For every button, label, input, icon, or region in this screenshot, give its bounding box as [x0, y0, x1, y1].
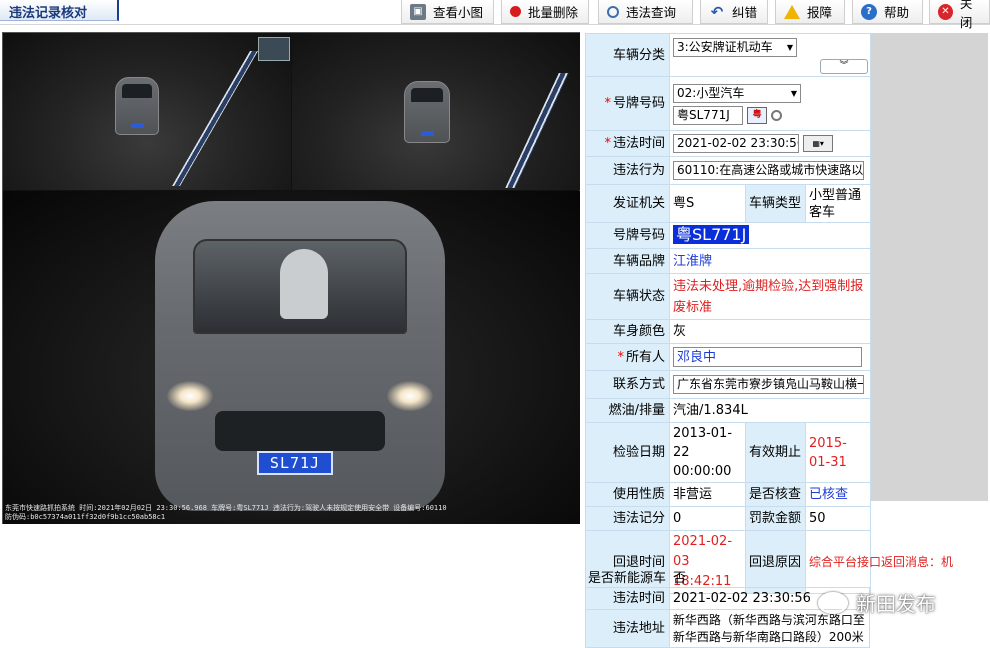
fuel-label: 燃油/排量 — [585, 398, 670, 423]
violation-time-input[interactable]: 2021-02-02 23:30:56 — [673, 134, 799, 153]
plate-number-highlight: 粤SL771J — [673, 225, 750, 244]
inspection-date-value: 2013-01-22 00:00:00 — [669, 422, 746, 483]
plate-number-label: 号牌号码 — [585, 222, 670, 249]
wechat-icon — [818, 591, 848, 614]
calendar-icon[interactable]: ▦▾ — [803, 135, 834, 152]
return-reason-value: 综合平台接口返回消息：机 — [804, 530, 953, 594]
expand-toggle[interactable]: ︾ — [820, 59, 869, 74]
batch-delete-label: 批量删除 — [528, 5, 579, 20]
camera-frame-closeup: SL71J 东莞市快速路抓拍系统 时间:2021年02月02日 23:30:56… — [3, 191, 580, 524]
violation-act-input[interactable]: 60110:在高速公路或城市快速路以外 — [673, 161, 864, 180]
vehicle-type-label: 车辆类型 — [745, 184, 806, 223]
undo-icon: ↶ — [710, 2, 724, 21]
toolbar: 违法记录核对 ▣ 查看小图 批量删除 违法查询 ↶ 纠错 报障 ? 帮助 ✕ 关… — [0, 0, 990, 30]
caption-line-2: 防伪码:b0c57374a011ff32d0f9b1cc50ab58c1 — [5, 513, 166, 521]
violation-address-label: 违法地址 — [585, 609, 670, 648]
status-value: 违法未处理,逾期检验,达到强制报废标准 — [668, 273, 872, 320]
violation-query-button[interactable]: 违法查询 — [598, 0, 693, 24]
batch-delete-button[interactable]: 批量删除 — [501, 0, 589, 24]
usage-value: 非营运 — [669, 482, 746, 507]
view-thumbnail-button[interactable]: ▣ 查看小图 — [401, 0, 494, 24]
magnifier-icon[interactable] — [771, 109, 783, 121]
side-band — [870, 33, 988, 501]
new-energy-value: 否 — [673, 571, 687, 586]
vehicle-type-value: 小型普通客车 — [804, 184, 872, 223]
fuel-value: 汽油/1.834L — [668, 398, 872, 423]
owner-input[interactable]: 邓良中 — [673, 347, 862, 367]
contact-input[interactable]: 广东省东莞市寮步镇凫山马鞍山横一 — [673, 375, 864, 394]
valid-until-value: 2015-01-31 — [804, 422, 872, 483]
camera-frame-2 — [292, 33, 580, 190]
violation-time2-label: 违法时间 — [585, 587, 670, 610]
view-thumbnail-label: 查看小图 — [433, 5, 484, 20]
fine-label: 罚款金额 — [745, 506, 806, 531]
vehicle-info-table: 车辆分类 3:公安牌证机动车 ▼ ︾ * 号牌号码 02:小型汽车 ▼ 粤SL77… — [585, 33, 953, 594]
close-button[interactable]: ✕ 关闭 — [929, 0, 990, 30]
contact-label: 联系方式 — [585, 370, 670, 399]
violation-time-label: 违法时间 — [612, 136, 665, 151]
chevron-down-icon: ▼ — [786, 43, 793, 52]
inspection-date-label: 检验日期 — [585, 422, 670, 483]
color-value: 灰 — [668, 319, 872, 344]
new-energy-label: 是否新能源车 — [588, 571, 667, 586]
violation-photo[interactable]: SL71J 东莞市快速路抓拍系统 时间:2021年02月02日 23:30:56… — [2, 32, 580, 524]
vehicle-category-select[interactable]: 3:公安牌证机动车 ▼ — [673, 38, 797, 57]
brand-value: 江淮牌 — [668, 248, 872, 274]
required-marker: * — [604, 96, 611, 111]
valid-until-label: 有效期止 — [745, 422, 806, 483]
warning-icon — [784, 4, 800, 19]
vehicle-thumbnail-2 — [404, 81, 450, 143]
search-icon — [607, 5, 619, 18]
correct-error-label: 纠错 — [732, 5, 758, 20]
points-label: 违法记分 — [585, 506, 670, 531]
status-label: 车辆状态 — [585, 273, 670, 320]
help-label: 帮助 — [884, 5, 910, 20]
vehicle-closeup: SL71J — [155, 201, 445, 511]
double-chevron-down-icon: ︾ — [839, 61, 849, 71]
page-title: 违法记录核对 — [0, 0, 119, 21]
required-marker: * — [617, 349, 624, 365]
photo-caption: 东莞市快速路抓拍系统 时间:2021年02月02日 23:30:56.968 车… — [5, 504, 577, 522]
color-label: 车身颜色 — [585, 319, 670, 344]
required-marker: * — [604, 136, 611, 151]
plate-type-select[interactable]: 02:小型汽车 ▼ — [673, 83, 801, 103]
chevron-down-icon: ▼ — [790, 88, 797, 98]
image-icon: ▣ — [410, 3, 426, 20]
usage-label: 使用性质 — [585, 482, 670, 507]
issuing-authority-value: 粤S — [669, 184, 746, 223]
vehicle-category-value: 3:公安牌证机动车 — [677, 40, 773, 54]
report-fault-label: 报障 — [807, 5, 833, 20]
license-plate-image: SL71J — [257, 451, 333, 475]
plate-lookup-icon[interactable]: 粤 — [747, 106, 768, 124]
plate-type-label: 号牌号码 — [612, 96, 665, 111]
brand-label: 车辆品牌 — [585, 248, 670, 274]
close-label: 关闭 — [959, 0, 973, 30]
issuing-authority-label: 发证机关 — [585, 184, 670, 223]
violation-act-label: 违法行为 — [585, 156, 670, 185]
verified-label: 是否核查 — [745, 482, 806, 507]
plate-type-value: 02:小型汽车 — [677, 85, 745, 100]
fine-value: 50 — [804, 506, 872, 531]
points-value: 0 — [669, 506, 746, 531]
help-button[interactable]: ? 帮助 — [852, 0, 923, 24]
report-fault-button[interactable]: 报障 — [775, 0, 845, 24]
help-icon: ? — [861, 3, 877, 20]
driver-inset — [258, 37, 290, 61]
caption-line-1: 东莞市快速路抓拍系统 时间:2021年02月02日 23:30:56.968 车… — [5, 504, 447, 512]
return-reason-label: 回退原因 — [745, 530, 806, 594]
close-icon: ✕ — [938, 3, 953, 20]
vehicle-thumbnail-1 — [115, 77, 159, 135]
owner-label: 所有人 — [625, 349, 665, 365]
vehicle-category-label: 车辆分类 — [585, 33, 670, 77]
plate-number-input[interactable]: 粤SL771J — [673, 105, 743, 125]
correct-error-button[interactable]: ↶ 纠错 — [700, 0, 768, 24]
verified-value: 已核查 — [804, 482, 872, 507]
camera-frame-1 — [3, 33, 291, 190]
delete-icon — [510, 6, 521, 17]
violation-query-label: 违法查询 — [626, 5, 677, 20]
